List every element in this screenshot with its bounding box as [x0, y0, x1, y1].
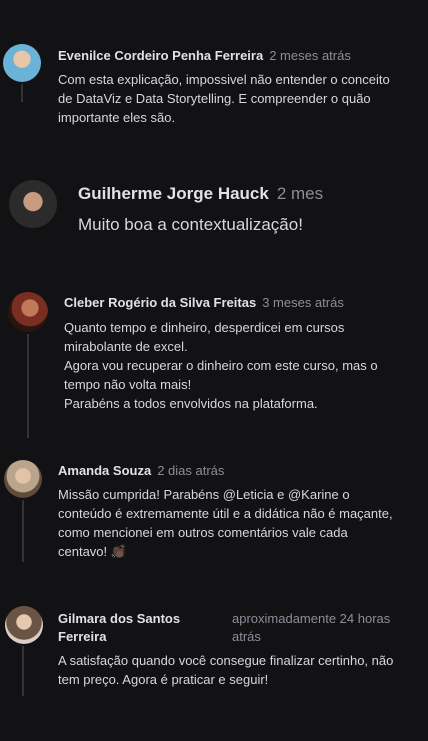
comment-header: Gilmara dos Santos Ferreira — [58, 610, 180, 646]
comment-author[interactable]: Guilherme Jorge Hauck — [78, 184, 269, 203]
avatar[interactable] — [3, 44, 41, 82]
comment-header: Guilherme Jorge Hauck 2 mes — [78, 184, 340, 204]
comment-text: Quanto tempo e dinheiro, desperdicei em … — [64, 320, 378, 411]
comment-time: 2 dias atrás — [157, 463, 225, 478]
comment-header: Cleber Rogério da Silva Freitas 3 meses a… — [64, 295, 344, 310]
avatar[interactable] — [5, 606, 43, 644]
comment-text: Com esta explicação, impossivel não ente… — [58, 72, 390, 125]
thread-line — [27, 334, 29, 438]
comment-time: aproximadamente 24 horas atrás — [232, 610, 390, 646]
comment-text: A satisfação quando você consegue finali… — [58, 653, 394, 687]
comment-author-line2[interactable]: Ferreira — [58, 628, 180, 646]
comment-author[interactable]: Amanda Souza — [58, 463, 151, 478]
thread-line — [22, 500, 24, 562]
avatar[interactable] — [8, 292, 48, 332]
comment-header: Evenilce Cordeiro Penha Ferreira 2 meses … — [58, 48, 351, 63]
comment-author[interactable]: Gilmara dos Santos — [58, 610, 180, 628]
comment-author[interactable]: Evenilce Cordeiro Penha Ferreira — [58, 48, 263, 63]
comment-author[interactable]: Cleber Rogério da Silva Freitas — [64, 295, 256, 310]
thread-line — [21, 84, 23, 102]
comment-time-line2: atrás — [232, 629, 261, 644]
comment-text: Missão cumprida! Parabéns @Leticia e @Ka… — [58, 487, 393, 559]
avatar[interactable] — [9, 180, 57, 228]
comment-text: Muito boa a contextualização! — [78, 215, 303, 234]
comment-header: Amanda Souza 2 dias atrás — [58, 463, 224, 478]
comment-time: 3 meses atrás — [262, 295, 344, 310]
comment-time: 2 mes — [276, 184, 324, 203]
avatar[interactable] — [4, 460, 42, 498]
thread-line — [22, 646, 24, 696]
comment-time-line1: aproximadamente 24 horas — [232, 611, 391, 626]
comment-time: 2 meses atrás — [269, 48, 351, 63]
